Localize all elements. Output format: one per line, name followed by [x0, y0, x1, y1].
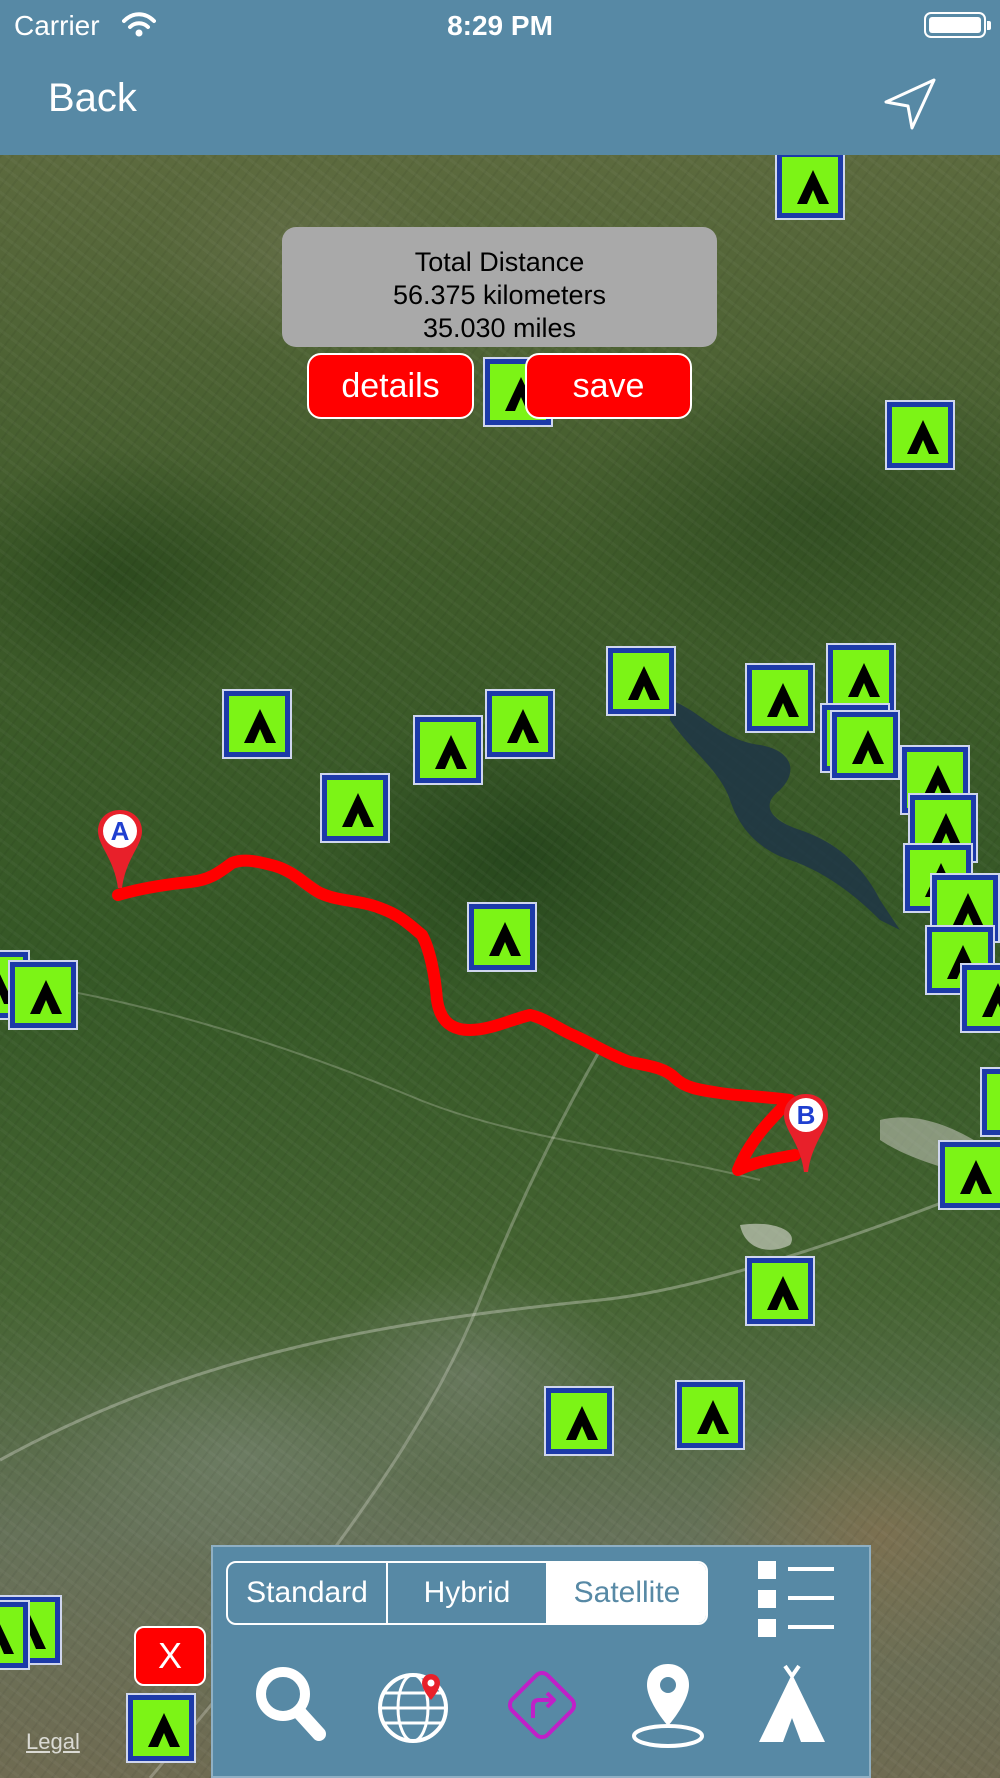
campground-marker[interactable] [413, 715, 483, 785]
location-pin-icon[interactable] [623, 1660, 713, 1750]
tent-icon [982, 983, 1000, 1017]
campground-marker[interactable] [745, 663, 815, 733]
battery-icon [924, 12, 991, 38]
map-type-segmented-control: Standard Hybrid Satellite [226, 1561, 708, 1625]
campground-marker[interactable] [980, 1067, 1000, 1137]
tent-icon [996, 1083, 1000, 1127]
map-type-hybrid[interactable]: Hybrid [388, 1563, 548, 1623]
campground-marker[interactable] [745, 1256, 815, 1326]
tent-icon [767, 683, 799, 717]
campground-marker[interactable] [320, 773, 390, 843]
tent-icon [566, 1406, 598, 1440]
tent-icon [148, 1713, 180, 1747]
campground-marker[interactable] [485, 689, 555, 759]
list-icon[interactable] [758, 1561, 834, 1642]
tent-icon [848, 663, 880, 697]
campground-marker[interactable] [0, 1600, 30, 1670]
campground-marker[interactable] [885, 400, 955, 470]
campground-marker[interactable] [8, 960, 78, 1030]
tent-icon [0, 1624, 14, 1654]
route-end-label: B [796, 1100, 816, 1130]
tent-icon [435, 735, 467, 769]
navigation-bar: Back [0, 50, 1000, 155]
directions-icon[interactable] [497, 1660, 587, 1750]
campground-marker[interactable] [126, 1693, 196, 1763]
tent-icon [244, 709, 276, 743]
tent-icon [960, 1160, 992, 1194]
distance-miles: 35.030 miles [422, 313, 577, 343]
tent-icon [507, 709, 539, 743]
details-button[interactable]: details [307, 353, 474, 419]
globe-pin-icon[interactable] [373, 1660, 463, 1750]
campground-marker[interactable] [675, 1380, 745, 1450]
distance-kilometers: 56.375 kilometers [392, 280, 607, 310]
tent-icon[interactable] [747, 1660, 837, 1750]
save-button[interactable]: save [525, 353, 692, 419]
legal-link[interactable]: Legal [26, 1729, 80, 1755]
satellite-map[interactable]: A B [0, 155, 1000, 1778]
route-start-label: A [110, 816, 130, 846]
map-controls-panel: Standard Hybrid Satellite [211, 1545, 871, 1778]
campground-marker[interactable] [938, 1140, 1000, 1210]
status-bar: Carrier 8:29 PM [0, 0, 1000, 50]
distance-panel: Total Distance 56.375 kilometers 35.030 … [282, 227, 717, 347]
tent-icon [489, 922, 521, 956]
distance-title: Total Distance [414, 247, 585, 277]
tent-icon [852, 730, 884, 764]
tent-icon [628, 666, 660, 700]
tent-icon [30, 980, 62, 1014]
map-type-standard[interactable]: Standard [228, 1563, 388, 1623]
location-arrow-icon[interactable] [880, 76, 938, 139]
campground-marker[interactable] [960, 963, 1000, 1033]
campground-marker[interactable] [544, 1386, 614, 1456]
route-end-pin[interactable]: B [782, 1092, 830, 1174]
campground-marker[interactable] [830, 710, 900, 780]
tent-icon [342, 793, 374, 827]
campground-marker[interactable] [775, 155, 845, 220]
campground-marker[interactable] [606, 646, 676, 716]
back-button[interactable]: Back [48, 76, 137, 121]
clock: 8:29 PM [447, 10, 553, 41]
tent-icon [797, 170, 829, 204]
tent-icon [767, 1276, 799, 1310]
tent-icon [907, 420, 939, 454]
clear-route-button[interactable]: X [134, 1626, 206, 1686]
tent-icon [697, 1400, 729, 1434]
campground-marker[interactable] [467, 902, 537, 972]
campground-marker[interactable] [222, 689, 292, 759]
route-start-pin[interactable]: A [96, 808, 144, 890]
map-type-satellite[interactable]: Satellite [548, 1563, 706, 1623]
search-icon[interactable] [249, 1660, 339, 1750]
